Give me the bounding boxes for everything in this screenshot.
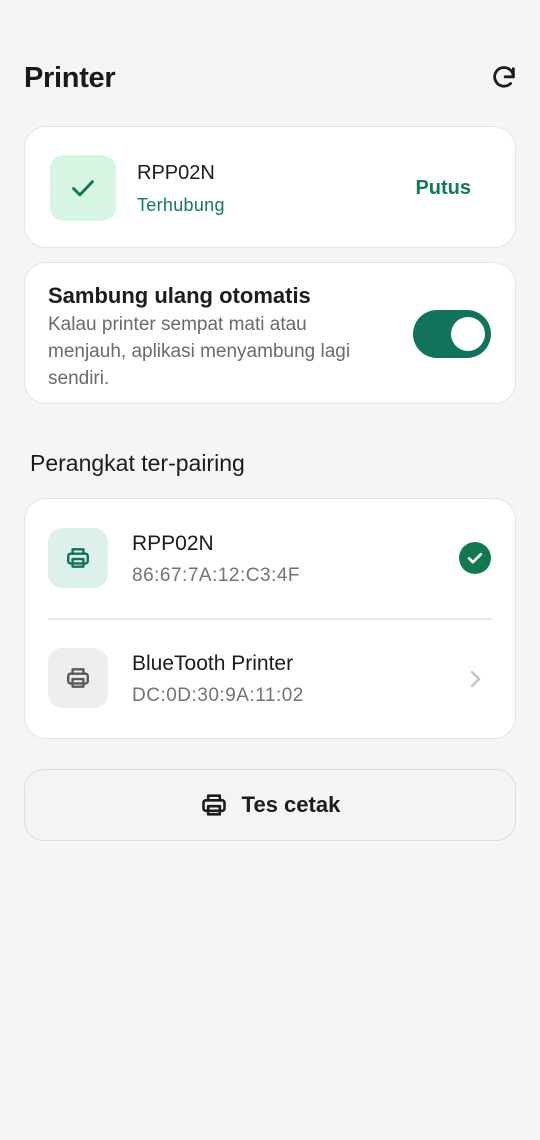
test-print-button[interactable]: Tes cetak xyxy=(24,769,516,841)
connected-printer-card: RPP02N Terhubung Putus xyxy=(24,126,516,248)
test-print-label: Tes cetak xyxy=(241,792,341,817)
device-name: RPP02N xyxy=(132,532,214,555)
auto-reconnect-title: Sambung ulang otomatis xyxy=(48,283,311,308)
connected-status-icon xyxy=(50,155,116,221)
paired-devices-heading: Perangkat ter-pairing xyxy=(30,450,245,476)
check-icon xyxy=(72,180,94,197)
auto-reconnect-toggle[interactable] xyxy=(413,310,491,358)
connected-printer-name: RPP02N xyxy=(137,162,215,184)
refresh-button[interactable] xyxy=(484,58,524,98)
refresh-icon xyxy=(493,66,515,88)
device-mac-address: 86:67:7A:12:C3:4F xyxy=(132,565,300,586)
chevron-right-icon xyxy=(465,667,485,691)
device-mac-address: DC:0D:30:9A:11:02 xyxy=(132,685,304,706)
app-header: Printer xyxy=(24,56,516,100)
printer-icon xyxy=(67,668,89,688)
selected-check-icon xyxy=(459,542,491,574)
toggle-knob xyxy=(451,317,485,351)
auto-reconnect-card: Sambung ulang otomatis Kalau printer sem… xyxy=(24,262,516,404)
printer-icon xyxy=(67,548,89,568)
paired-device-item[interactable]: BlueTooth Printer DC:0D:30:9A:11:02 xyxy=(25,619,515,739)
device-icon-container xyxy=(48,648,108,708)
disconnect-button[interactable]: Putus xyxy=(415,177,471,200)
page-title: Printer xyxy=(24,61,116,94)
paired-devices-list: RPP02N 86:67:7A:12:C3:4F BlueTooth Print… xyxy=(24,498,516,739)
device-icon-container xyxy=(48,528,108,588)
device-name: BlueTooth Printer xyxy=(132,652,294,675)
auto-reconnect-description: Kalau printer sempat mati atau menjauh, … xyxy=(48,314,351,389)
paired-device-item[interactable]: RPP02N 86:67:7A:12:C3:4F xyxy=(25,499,515,620)
printer-icon xyxy=(201,794,226,816)
connection-status-text: Terhubung xyxy=(137,195,225,215)
